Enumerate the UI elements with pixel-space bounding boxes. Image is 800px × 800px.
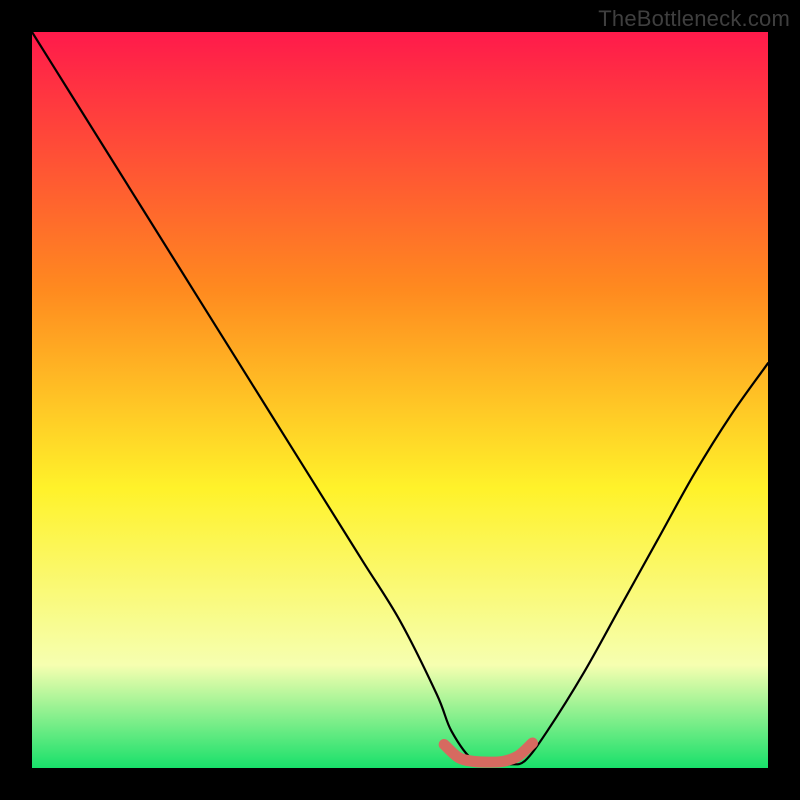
chart-svg xyxy=(32,32,768,768)
watermark-text: TheBottleneck.com xyxy=(598,6,790,32)
chart-frame: TheBottleneck.com xyxy=(0,0,800,800)
plot-area xyxy=(32,32,768,768)
gradient-background xyxy=(32,32,768,768)
